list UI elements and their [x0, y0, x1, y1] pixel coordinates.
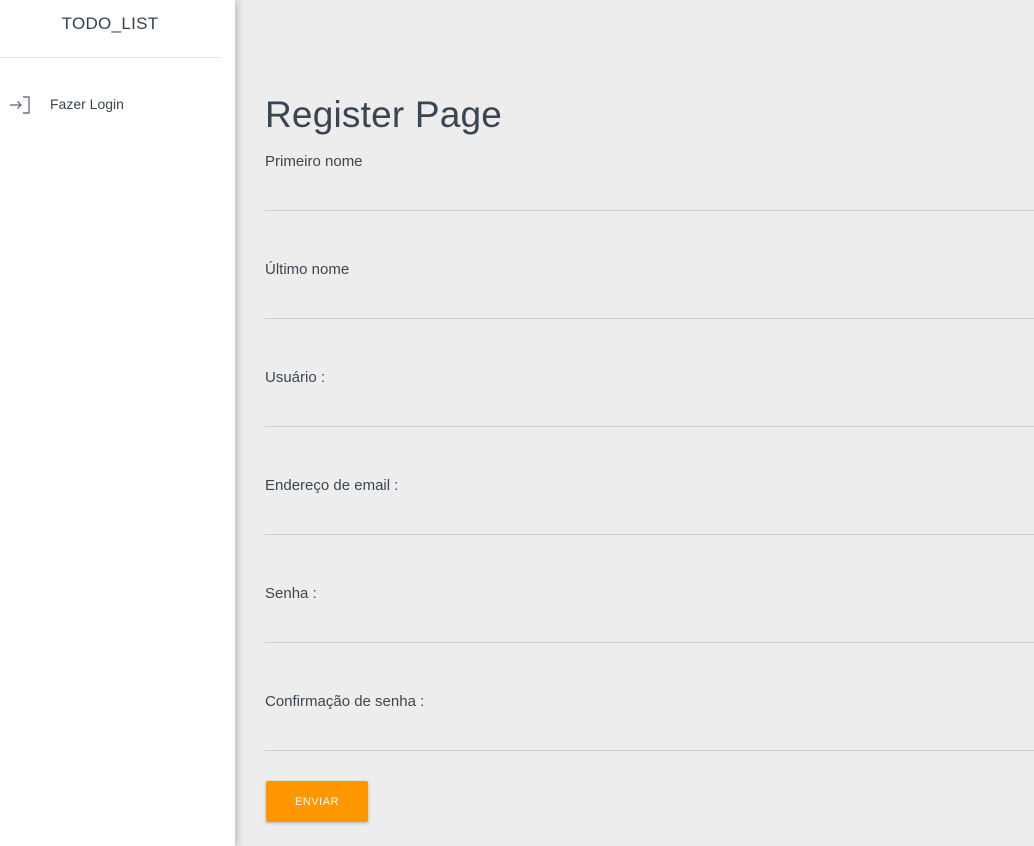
username-field-group: Usuário : — [265, 369, 1034, 427]
password-label: Senha : — [265, 585, 317, 602]
first-name-input[interactable] — [265, 182, 1034, 208]
sidebar: TODO_LIST Fazer Login — [0, 0, 235, 846]
password-confirm-label: Confirmação de senha : — [265, 693, 425, 710]
first-name-label: Primeiro nome — [265, 153, 363, 170]
main-content: Register Page Primeiro nome Último nome … — [235, 0, 1034, 846]
email-field-group: Endereço de email : — [265, 477, 1034, 535]
page-title: Register Page — [265, 94, 503, 135]
submit-button[interactable]: ENVIAR — [266, 781, 368, 822]
email-label: Endereço de email : — [265, 477, 399, 494]
sidebar-item-login[interactable]: Fazer Login — [0, 92, 220, 118]
last-name-field-group: Último nome — [265, 261, 1034, 319]
sidebar-item-label: Fazer Login — [50, 96, 124, 112]
password-confirm-input[interactable] — [265, 722, 1034, 748]
last-name-input[interactable] — [265, 290, 1034, 316]
first-name-field-group: Primeiro nome — [265, 153, 1034, 211]
password-input[interactable] — [265, 614, 1034, 640]
login-icon — [9, 95, 31, 115]
last-name-label: Último nome — [265, 261, 350, 278]
password-confirm-field-group: Confirmação de senha : — [265, 693, 1034, 751]
username-input[interactable] — [265, 398, 1034, 424]
username-label: Usuário : — [265, 369, 326, 386]
app-title: TODO_LIST — [0, 0, 220, 58]
password-field-group: Senha : — [265, 585, 1034, 643]
email-input[interactable] — [265, 506, 1034, 532]
